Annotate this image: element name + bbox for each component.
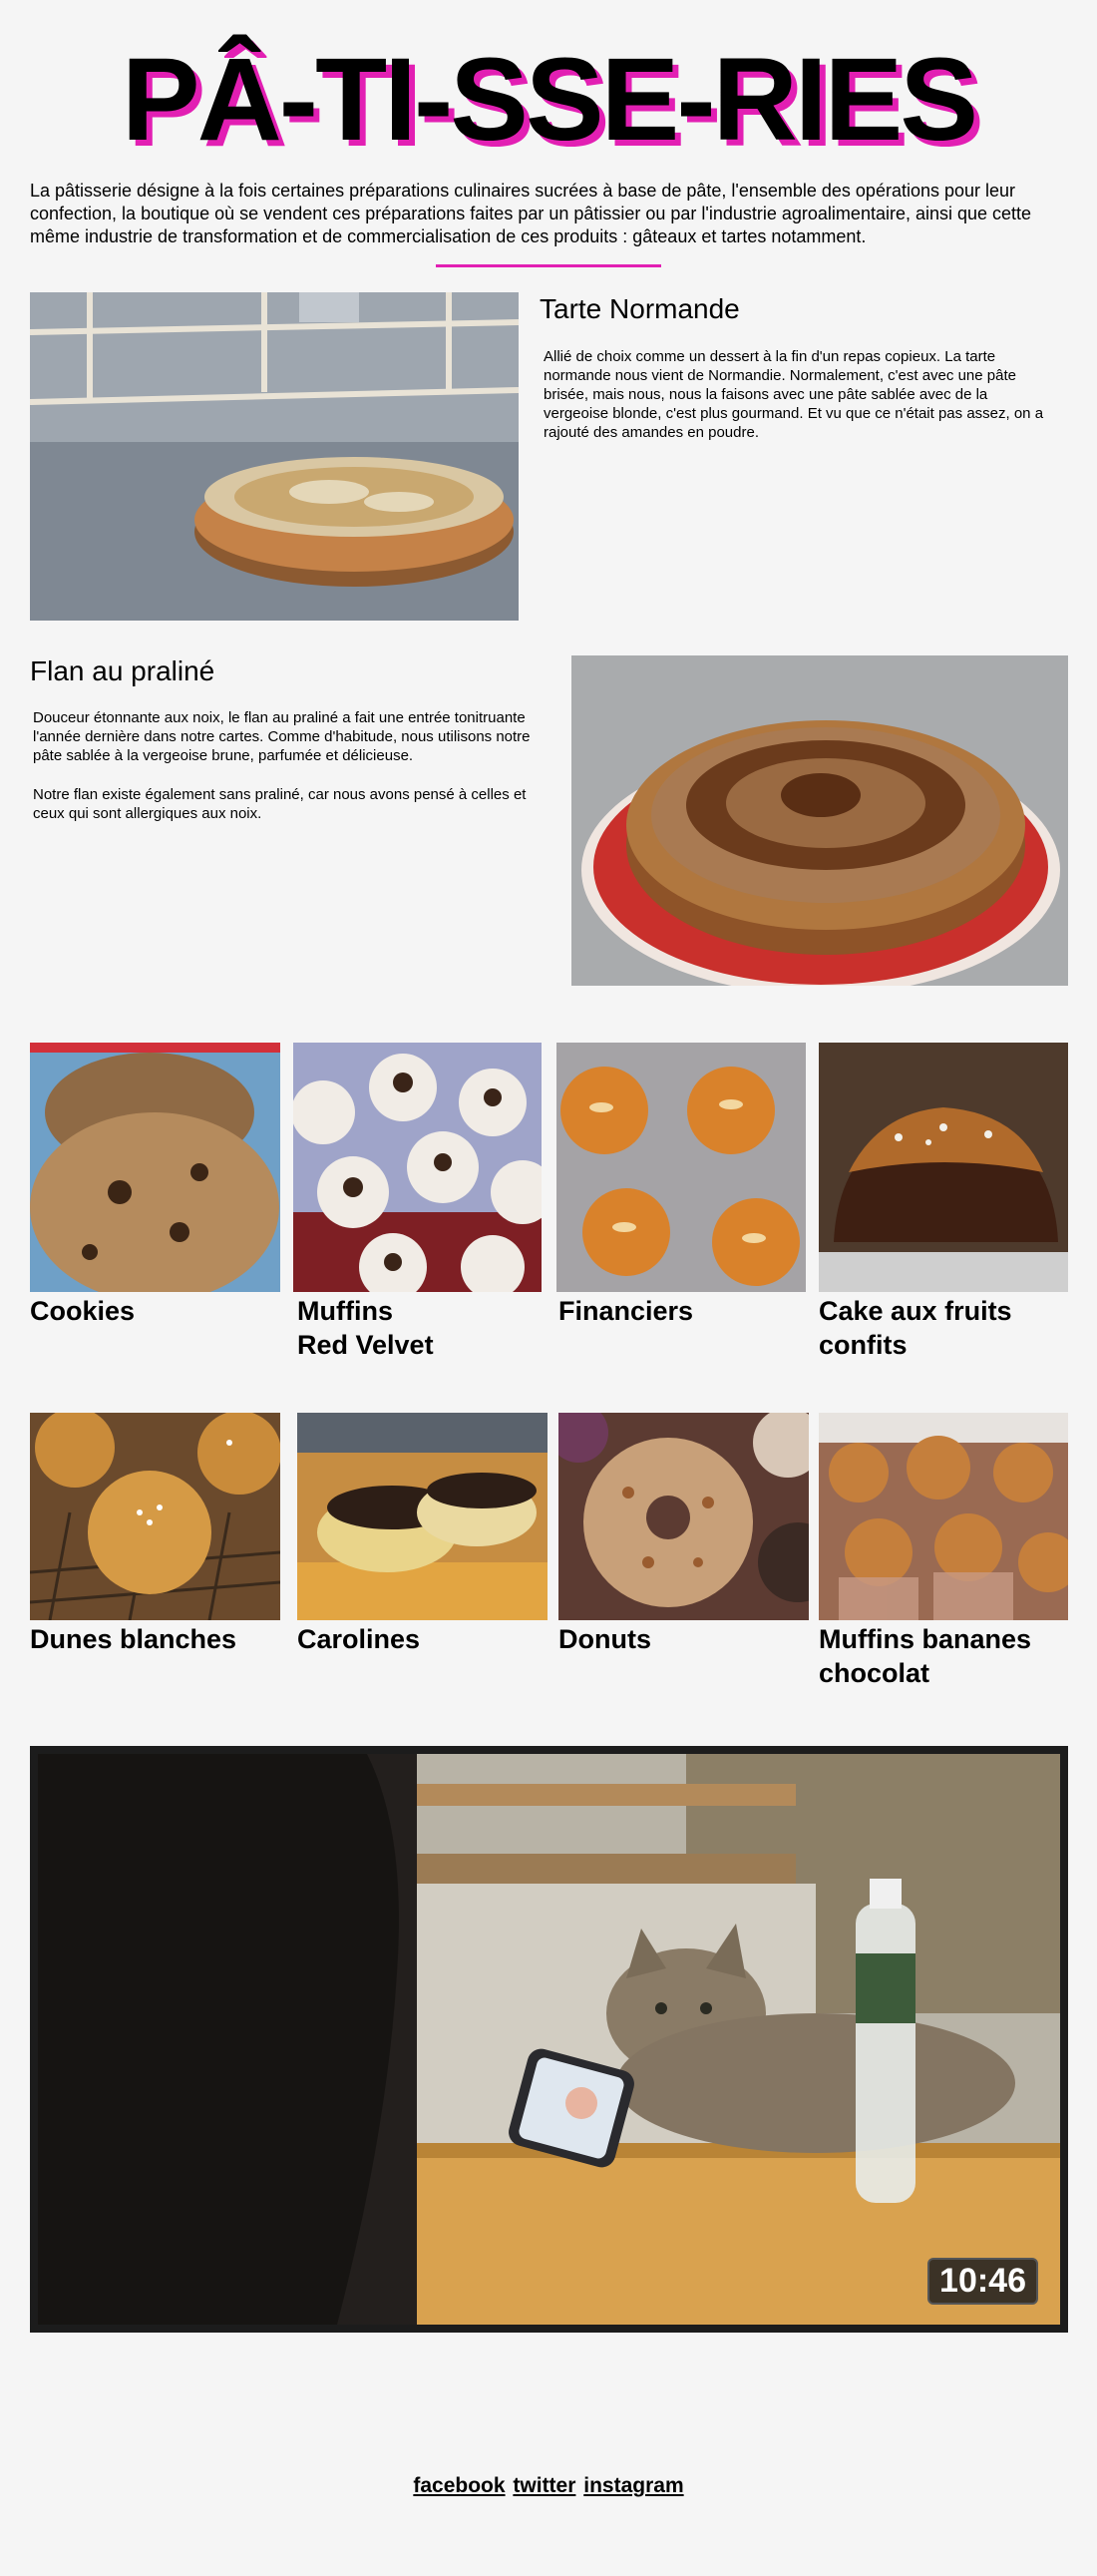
intro-paragraph: La pâtisserie désigne à la fois certaine… xyxy=(30,181,1032,246)
gallery-label-carolines: Carolines xyxy=(297,1624,421,1654)
video-duration-badge: 10:46 xyxy=(927,2258,1038,2305)
title-divider xyxy=(436,264,661,267)
page: PÂ-TI-SSE-RIES La pâtisserie désigne à l… xyxy=(0,0,1097,2576)
feature-text-flan-allergy: Notre flan existe également sans praliné… xyxy=(33,786,527,822)
facebook-link[interactable]: facebook xyxy=(413,2474,505,2497)
gallery-label-muffins-red-velvet: Muffins Red Velvet xyxy=(297,1296,434,1360)
feature-title-tarte: Tarte Normande xyxy=(540,293,740,324)
gallery-photo-cookies[interactable] xyxy=(30,1043,280,1292)
gallery-label-muffins-bananes-chocolat: Muffins bananes chocolat xyxy=(819,1624,1032,1688)
gallery-photo-muffins-red-velvet[interactable] xyxy=(293,1043,542,1292)
gallery-label-cookies: Cookies xyxy=(30,1296,136,1326)
gallery-photo-cake-fruits-confits[interactable] xyxy=(819,1043,1068,1292)
gallery-photo-financiers[interactable] xyxy=(556,1043,806,1292)
gallery-label-financiers: Financiers xyxy=(558,1296,694,1326)
gallery-label-cake-fruits-confits: Cake aux fruits confits xyxy=(819,1296,1012,1360)
flan-praline-photo xyxy=(571,655,1068,986)
gallery-photo-muffins-bananes-chocolat[interactable] xyxy=(819,1413,1068,1620)
video-thumbnail[interactable]: 10:46 xyxy=(38,1754,1060,2325)
gallery-photo-dunes-blanches[interactable] xyxy=(30,1413,280,1620)
feature-title-flan: Flan au praliné xyxy=(30,655,215,686)
feature-text-flan: Douceur étonnante aux noix, le flan au p… xyxy=(33,709,531,764)
twitter-link[interactable]: twitter xyxy=(513,2474,575,2497)
tarte-normande-photo xyxy=(30,292,519,621)
video-player[interactable]: 10:46 xyxy=(30,1746,1068,2333)
gallery-photo-donuts[interactable] xyxy=(558,1413,809,1620)
gallery-photo-carolines[interactable] xyxy=(297,1413,548,1620)
feature-text-tarte: Allié de choix comme un dessert à la fin… xyxy=(544,348,1044,441)
gallery-label-donuts: Donuts xyxy=(558,1624,651,1654)
site-title: PÂ-TI-SSE-RIES xyxy=(121,34,978,166)
gallery-label-dunes-blanches: Dunes blanches xyxy=(30,1624,237,1654)
footer-social-links: facebook twitter instagram xyxy=(0,2474,1097,2498)
instagram-link[interactable]: instagram xyxy=(583,2474,683,2497)
